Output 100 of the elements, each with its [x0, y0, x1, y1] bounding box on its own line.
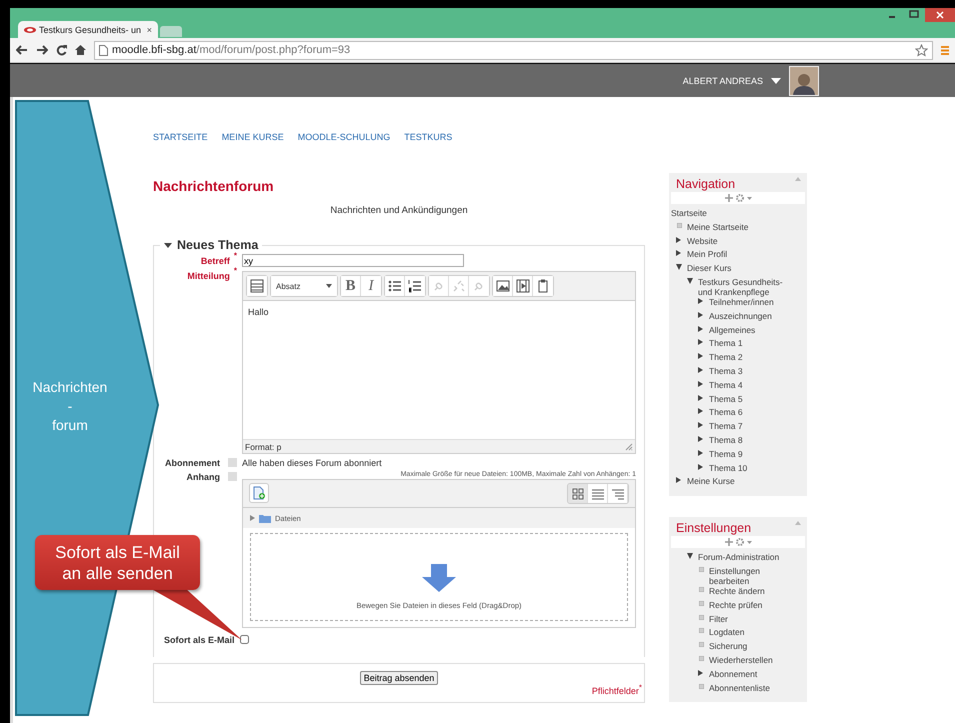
tree-item[interactable]: Thema 3 [709, 366, 805, 376]
email-checkbox[interactable] [240, 634, 249, 644]
field-label: Abonnement [165, 458, 220, 468]
tree-item[interactable]: Sicherung [709, 641, 805, 652]
bullet-list-button[interactable] [385, 276, 405, 296]
forward-icon[interactable] [36, 45, 48, 55]
tree-item[interactable]: Meine Kurse [687, 476, 805, 486]
expand-arrow-icon[interactable] [698, 339, 704, 346]
tree-item[interactable]: Rechte prüfen [709, 600, 805, 610]
expand-arrow-icon[interactable] [698, 408, 704, 414]
tree-item[interactable]: Thema 6 [709, 407, 805, 418]
tree-item[interactable]: Auszeichnungen [709, 310, 805, 321]
subscription-text: Alle haben dieses Forum abonniert [242, 457, 383, 468]
page-title: Nachrichtenforum [153, 178, 275, 194]
resize-handle-icon[interactable] [625, 442, 633, 450]
collapse-arrow-icon[interactable] [687, 553, 693, 560]
tree-view-button[interactable] [608, 484, 628, 503]
subject-field[interactable]: xy [242, 254, 464, 267]
breadcrumb-link[interactable]: TESTKURS [404, 132, 452, 142]
breadcrumb-link[interactable]: MOODLE-SCHULUNG [298, 132, 390, 142]
tree-item[interactable]: Meine Startseite [687, 222, 805, 232]
expand-arrow-icon[interactable] [698, 312, 704, 318]
expand-arrow-icon[interactable] [698, 298, 704, 304]
tree-item[interactable]: Filter [709, 614, 805, 624]
collapse-arrow-icon[interactable] [676, 264, 682, 270]
add-file-button[interactable] [249, 483, 269, 503]
back-icon[interactable] [16, 45, 28, 55]
breadcrumb-link[interactable]: MEINE KURSE [222, 132, 284, 142]
forum-description: Nachrichten und Ankündigungen [329, 205, 469, 216]
tree-item[interactable]: Thema 5 [709, 394, 805, 404]
expand-arrow-icon[interactable] [698, 326, 704, 332]
tree-item[interactable]: Thema 1 [709, 338, 805, 348]
reload-icon[interactable] [56, 44, 67, 56]
close-icon[interactable] [925, 8, 955, 22]
bullet-icon [698, 684, 704, 689]
tab-close-button[interactable]: × [146, 24, 152, 34]
expand-arrow-icon[interactable] [698, 436, 704, 442]
tree-item[interactable]: Forum-Administration [698, 552, 805, 562]
tree-item[interactable]: Thema 4 [709, 380, 805, 390]
gear-icon[interactable] [736, 194, 744, 202]
tree-item[interactable]: Website [687, 236, 805, 246]
tree-item[interactable]: Wiederherstellen [709, 654, 805, 665]
tree-item[interactable]: Thema 7 [709, 421, 805, 432]
field-label: Mitteilung$^{*}$ [186, 269, 237, 283]
tree-item[interactable]: Teilnehmer/innen [709, 296, 805, 307]
tree-item[interactable]: Einstellungen bearbeiten [709, 566, 805, 586]
expand-arrow-icon[interactable] [698, 422, 704, 428]
tree-item[interactable]: Thema 9 [709, 448, 805, 459]
toolbar-toggle-button[interactable] [247, 276, 267, 296]
expand-arrow-icon[interactable] [698, 670, 704, 676]
expand-arrow-icon[interactable] [676, 250, 682, 256]
expand-arrow-icon[interactable] [698, 394, 704, 401]
image-button[interactable] [493, 276, 513, 296]
star-icon[interactable] [915, 44, 928, 56]
grid-icon [570, 486, 584, 500]
submit-button[interactable]: Beitrag absenden [360, 671, 438, 685]
breadcrumb-link[interactable]: STARTSEITE [153, 132, 208, 142]
list-view-button[interactable] [588, 484, 608, 503]
bullet-icon [698, 656, 704, 661]
move-icon[interactable] [724, 194, 732, 202]
collapse-caret-icon[interactable] [164, 241, 172, 249]
tree-item[interactable]: Rechte ändern [709, 586, 805, 596]
format-dropdown[interactable]: Absatz [271, 276, 337, 296]
expand-arrow-icon[interactable] [698, 353, 704, 360]
tree-item[interactable]: Thema 2 [709, 352, 805, 362]
expand-arrow-icon[interactable] [698, 380, 704, 387]
move-icon[interactable] [724, 538, 732, 546]
tree-item[interactable]: Thema 8 [709, 434, 805, 445]
address-bar[interactable]: moodle.bfi-sbg.at/mod/forum/post.php?forum=93 [94, 40, 933, 60]
expand-arrow-icon[interactable] [676, 236, 682, 243]
section-heading[interactable]: Neues Thema [177, 238, 258, 252]
icon-view-button[interactable] [568, 484, 588, 503]
expand-arrow-icon[interactable] [698, 366, 704, 373]
expand-arrow-icon[interactable] [676, 477, 682, 484]
bullet-icon [698, 614, 704, 620]
tree-item[interactable]: Mein Profil [687, 249, 805, 260]
message-editor[interactable]: Hallo [243, 301, 635, 439]
tree-item[interactable]: Abonnentenliste [709, 682, 805, 693]
collapse-arrow-icon[interactable] [687, 278, 693, 284]
browser-tab[interactable]: Testkurs Gesundheits- un × [18, 21, 158, 38]
user-name[interactable]: ALBERT ANDREAS [682, 76, 763, 86]
home-icon[interactable] [75, 45, 86, 55]
tree-item[interactable]: Dieser Kurs [687, 263, 805, 274]
expand-arrow-icon[interactable] [698, 464, 704, 470]
bold-button[interactable]: B [341, 276, 361, 296]
gear-icon[interactable] [736, 538, 744, 546]
expand-arrow-icon[interactable] [698, 450, 704, 456]
tree-item[interactable]: Logdaten [709, 627, 805, 638]
site-icon [24, 26, 36, 32]
tree-item[interactable]: Allgemeines [709, 324, 805, 335]
caret-icon[interactable] [746, 196, 752, 200]
caret-icon[interactable] [771, 78, 781, 84]
tree-item[interactable]: Thema 10 [709, 462, 805, 473]
caret-icon[interactable] [746, 540, 752, 544]
bullet-icon [698, 642, 704, 648]
tree-item[interactable]: Abonnement [709, 668, 805, 679]
tree-icon [610, 486, 624, 500]
tree-item[interactable]: Startseite [671, 208, 805, 218]
user-avatar[interactable] [789, 66, 819, 96]
tree-item[interactable]: Testkurs Gesundheits- und Krankenpflege [698, 276, 805, 297]
